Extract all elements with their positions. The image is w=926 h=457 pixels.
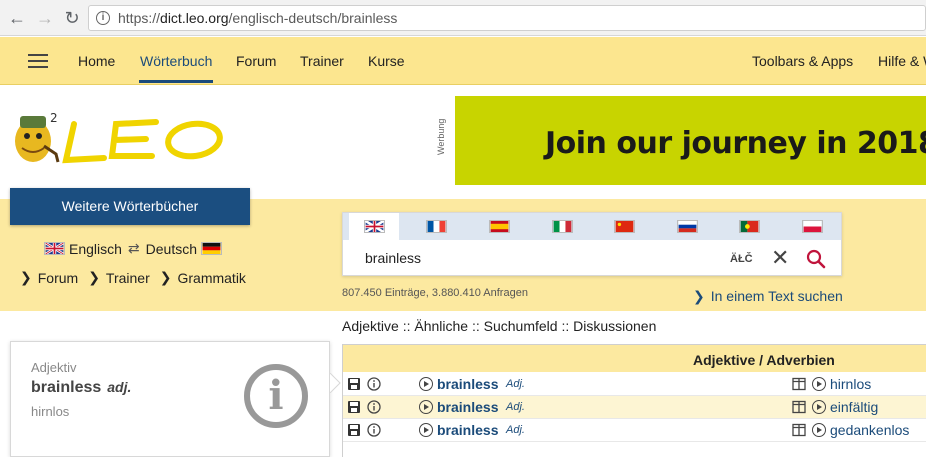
lang-tab-pt[interactable]: [724, 213, 774, 240]
lang-tab-pl[interactable]: [787, 213, 837, 240]
info-circle-icon[interactable]: [367, 377, 381, 391]
clear-search-icon[interactable]: ✕: [771, 247, 789, 269]
language-selector: [343, 213, 841, 240]
lang-to: Deutsch: [145, 240, 198, 257]
dictionary-stats: 807.450 Einträge, 3.880.410 Anfragen: [342, 287, 528, 299]
lang-tab-it[interactable]: [537, 213, 587, 240]
portuguese-flag-icon: [738, 220, 760, 233]
ad-banner[interactable]: Join our journey in 2018 &: [455, 96, 926, 185]
search-box: brainless ÄŁČ ✕: [342, 212, 842, 276]
save-icon[interactable]: [347, 377, 361, 391]
french-flag-icon: [425, 220, 447, 233]
site-info-icon[interactable]: i: [96, 11, 110, 25]
card-headword: brainless adj.: [31, 379, 132, 396]
svg-text:2: 2: [50, 111, 58, 125]
italian-flag-icon: [551, 220, 573, 233]
search-icon[interactable]: [806, 249, 826, 269]
save-icon[interactable]: [347, 400, 361, 414]
book-icon[interactable]: [792, 423, 806, 437]
section-links[interactable]: Adjektive :: Ähnliche :: Suchumfeld :: D…: [342, 318, 656, 334]
url-text: https://dict.leo.org/englisch-deutsch/br…: [118, 10, 398, 26]
book-icon[interactable]: [792, 377, 806, 391]
nav-home[interactable]: Home: [78, 53, 115, 69]
info-icon[interactable]: i: [244, 364, 308, 428]
info-circle-icon[interactable]: [367, 400, 381, 414]
nav-toolbars-apps[interactable]: Toolbars & Apps: [752, 53, 853, 69]
leo-logo[interactable]: 2: [8, 108, 233, 168]
chinese-flag-icon: [613, 220, 635, 233]
result-word[interactable]: brainless: [437, 376, 498, 392]
hamburger-menu-icon[interactable]: [28, 54, 48, 68]
nav-woerterbuch[interactable]: Wörterbuch: [140, 53, 212, 69]
nav-trainer[interactable]: Trainer: [300, 53, 344, 69]
info-card: Adjektiv brainless adj. hirnlos i: [10, 341, 330, 457]
top-navigation: Home Wörterbuch Forum Trainer Kurse Tool…: [0, 37, 926, 85]
russian-flag-icon: [676, 220, 698, 233]
results-table: Adjektive / Adverbien brainless Adj. hir…: [342, 344, 926, 457]
uk-flag-icon: [363, 220, 385, 233]
more-dictionaries-button[interactable]: Weitere Wörterbücher: [10, 188, 250, 225]
table-header-label: Adjektive / Adverbien: [693, 352, 835, 368]
german-flag-icon: [201, 242, 223, 255]
language-pair[interactable]: Englisch ⇄ Deutsch: [40, 240, 226, 257]
save-icon[interactable]: [347, 423, 361, 437]
result-translation[interactable]: einfältig: [830, 399, 878, 415]
chevron-right-icon: ❯: [693, 288, 705, 304]
ad-banner-text: Join our journey in 2018 &: [545, 126, 926, 161]
spanish-flag-icon: [488, 220, 510, 233]
swap-arrows-icon[interactable]: ⇄: [128, 240, 140, 257]
table-row: brainless Adj. hirnlos: [343, 373, 926, 396]
reload-icon[interactable]: ↻: [61, 7, 83, 29]
result-translation[interactable]: hirnlos: [830, 376, 871, 392]
result-tag[interactable]: Adj.: [506, 424, 525, 436]
browser-toolbar: ← → ↻ i https://dict.leo.org/englisch-de…: [0, 0, 926, 36]
result-tag[interactable]: Adj.: [506, 378, 525, 390]
chevron-right-icon: ❯: [159, 269, 172, 285]
play-audio-icon[interactable]: [419, 423, 433, 437]
special-characters-button[interactable]: ÄŁČ: [730, 253, 753, 265]
lang-tab-ru[interactable]: [662, 213, 712, 240]
card-pointer: [330, 373, 341, 393]
chevron-right-icon: ❯: [88, 269, 100, 285]
forward-arrow-icon[interactable]: →: [34, 7, 56, 29]
book-icon[interactable]: [792, 400, 806, 414]
table-row: brainless Adj. gedankenlos: [343, 419, 926, 442]
text-search-link[interactable]: ❯ In einem Text suchen: [693, 288, 843, 305]
back-arrow-icon[interactable]: ←: [6, 7, 28, 29]
result-tag[interactable]: Adj.: [506, 401, 525, 413]
lang-tab-fr[interactable]: [411, 213, 461, 240]
link-forum[interactable]: Forum: [38, 270, 78, 286]
play-audio-icon[interactable]: [419, 377, 433, 391]
result-word[interactable]: brainless: [437, 399, 498, 415]
ad-label: Werbung: [436, 118, 446, 155]
card-translation: hirnlos: [31, 404, 70, 419]
polish-flag-icon: [801, 220, 823, 233]
lang-tab-zh[interactable]: [599, 213, 649, 240]
active-tab-indicator: [139, 80, 213, 83]
lang-tab-en[interactable]: [349, 213, 399, 240]
info-circle-icon[interactable]: [367, 423, 381, 437]
result-word[interactable]: brainless: [437, 422, 498, 438]
table-header: Adjektive / Adverbien: [343, 344, 926, 372]
play-audio-icon[interactable]: [812, 423, 826, 437]
link-grammatik[interactable]: Grammatik: [177, 270, 245, 286]
nav-forum[interactable]: Forum: [236, 53, 276, 69]
chevron-right-icon: ❯: [20, 269, 32, 285]
nav-hilfe[interactable]: Hilfe & W: [878, 53, 926, 69]
play-audio-icon[interactable]: [812, 377, 826, 391]
uk-flag-icon: [44, 242, 65, 255]
table-row: brainless Adj. einfältig: [343, 396, 926, 419]
lang-from: Englisch: [69, 240, 122, 257]
play-audio-icon[interactable]: [419, 400, 433, 414]
play-audio-icon[interactable]: [812, 400, 826, 414]
search-input[interactable]: brainless: [365, 250, 421, 266]
lion-mascot-icon: 2: [15, 111, 60, 163]
link-trainer[interactable]: Trainer: [106, 270, 150, 286]
card-part-of-speech: Adjektiv: [31, 360, 77, 375]
sidebar-links: ❯ Forum ❯ Trainer ❯ Grammatik: [20, 269, 256, 286]
nav-kurse[interactable]: Kurse: [368, 53, 405, 69]
address-bar[interactable]: i https://dict.leo.org/englisch-deutsch/…: [88, 5, 926, 31]
result-translation[interactable]: gedankenlos: [830, 422, 909, 438]
lang-tab-es[interactable]: [474, 213, 524, 240]
